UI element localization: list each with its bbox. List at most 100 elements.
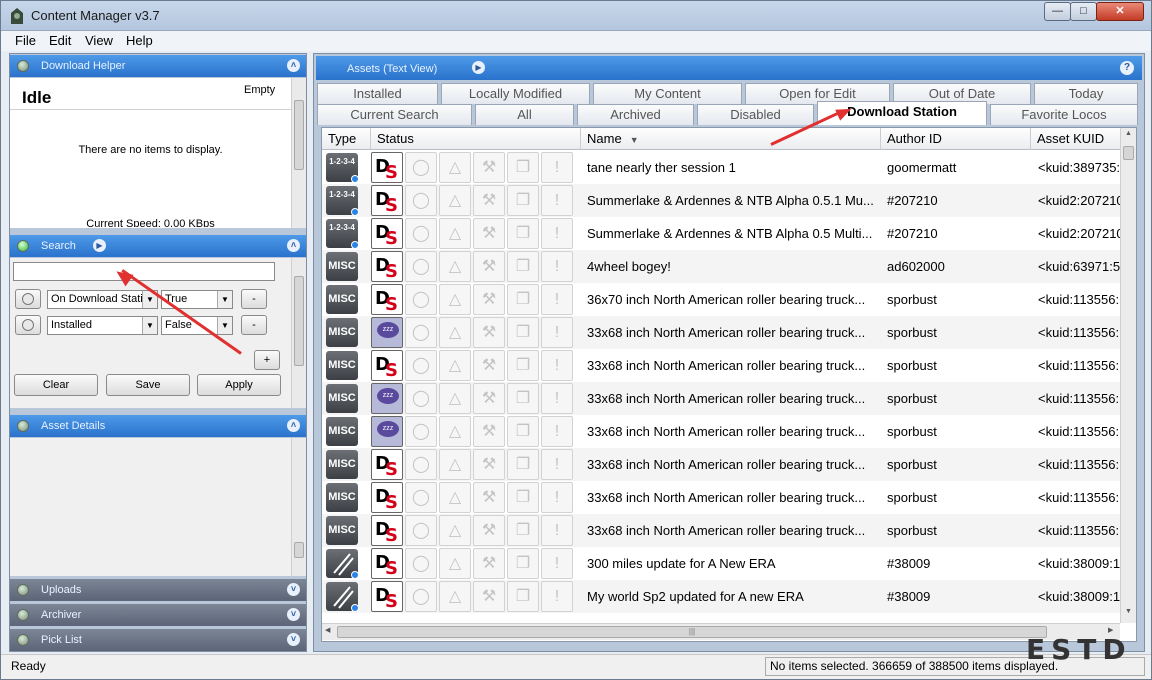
help-icon[interactable]: ? (1120, 61, 1134, 75)
author-id: sporbust (887, 325, 937, 340)
filter-field-select[interactable]: Installed ▼ (47, 316, 158, 335)
asset-name: 33x68 inch North American roller bearing… (587, 325, 866, 340)
tab-archived[interactable]: Archived (577, 104, 694, 125)
menu-help[interactable]: Help (126, 33, 153, 48)
asset-details-scrollbar[interactable] (291, 438, 306, 576)
tab-installed[interactable]: Installed (317, 83, 438, 104)
info-icon: ◯ (405, 152, 437, 183)
column-author-id[interactable]: Author ID (881, 128, 1031, 150)
copy-icon: ❐ (507, 185, 539, 216)
column-asset-kuid[interactable]: Asset KUID (1031, 128, 1121, 150)
tab-locally-modified[interactable]: Locally Modified (441, 83, 590, 104)
asset-name: Summerlake & Ardennes & NTB Alpha 0.5 Mu… (587, 226, 873, 241)
asset-name: 4wheel bogey! (587, 259, 671, 274)
collapse-icon[interactable]: ˄ (287, 419, 300, 432)
search-header[interactable]: Search ▶ ˄ (10, 235, 306, 257)
play-icon[interactable]: ▶ (93, 239, 106, 252)
download-station-icon: DS (371, 350, 403, 381)
filter-toggle-button[interactable] (15, 289, 41, 309)
collapse-icon[interactable]: ˄ (287, 239, 300, 252)
table-row[interactable]: MISC D S ◯ △ ⚒ ❐! 33x68 inch North American rol… (322, 448, 1120, 481)
asset-name: 33x68 inch North American roller bearing… (587, 391, 866, 406)
tab-disabled[interactable]: Disabled (697, 104, 814, 125)
maximize-button[interactable]: □ (1070, 2, 1097, 21)
search-scrollbar[interactable] (291, 258, 306, 408)
save-button[interactable]: Save (106, 374, 190, 396)
column-status[interactable]: Status (371, 128, 581, 150)
copy-icon: ❐ (507, 284, 539, 315)
column-type[interactable]: Type (322, 128, 371, 150)
filter-value-select[interactable]: False ▼ (161, 316, 233, 335)
scroll-thumb[interactable] (1123, 146, 1134, 160)
tab-favorite-locos[interactable]: Favorite Locos (990, 104, 1138, 125)
search-label: Search (41, 240, 76, 252)
tab-current-search[interactable]: Current Search (317, 104, 472, 125)
tools-icon: ⚒ (473, 482, 505, 513)
tools-icon: ⚒ (473, 548, 505, 579)
menu-edit[interactable]: Edit (49, 33, 71, 48)
table-row[interactable]: 1-2-3-4 D S ◯ △ ⚒ ❐! Summerlake & Ardennes & NT… (322, 217, 1120, 250)
misc-type-icon: MISC (326, 351, 358, 380)
asset-details-header[interactable]: Asset Details ˄ (10, 415, 306, 437)
expand-icon[interactable]: ˅ (287, 583, 300, 596)
misc-type-icon: MISC (326, 384, 358, 413)
uploads-header[interactable]: Uploads ˅ (10, 579, 306, 601)
download-scrollbar[interactable] (291, 78, 306, 228)
filter-toggle-button[interactable] (15, 315, 41, 335)
table-row[interactable]: MISC D S ◯ △ ⚒ ❐! 4wheel bogey! ad602000 <kuid:63… (322, 250, 1120, 283)
table-row[interactable]: MISC D S ◯ △ ⚒ ❐! 33x68 inch North American rol… (322, 481, 1120, 514)
author-id: ad602000 (887, 259, 945, 274)
scroll-thumb[interactable]: ||| (337, 626, 1047, 638)
clear-button[interactable]: Clear (14, 374, 98, 396)
table-row[interactable]: MISC zzz ◯ △ ⚒ ❐! 33x68 inch North American ro… (322, 382, 1120, 415)
pick-list-header[interactable]: Pick List ˅ (10, 629, 306, 651)
table-row[interactable]: D S ◯ △ ⚒ ❐! 300 miles update for A New ERA #38… (322, 547, 1120, 580)
copy-icon: ❐ (507, 350, 539, 381)
search-input[interactable] (13, 262, 275, 281)
menu-view[interactable]: View (85, 33, 113, 48)
remove-filter-button[interactable]: - (241, 289, 267, 309)
asset-name: 33x68 inch North American roller bearing… (587, 424, 866, 439)
copy-icon: ❐ (507, 581, 539, 612)
filter-field-select[interactable]: On Download Station ▼ (47, 290, 158, 309)
remove-filter-button[interactable]: - (241, 315, 267, 335)
table-row[interactable]: 1-2-3-4 D S ◯ △ ⚒ ❐! tane nearly ther session 1… (322, 151, 1120, 184)
tab-my-content[interactable]: My Content (593, 83, 742, 104)
add-filter-button[interactable]: + (254, 350, 280, 370)
misc-type-icon: MISC (326, 516, 358, 545)
warning-icon: △ (439, 317, 471, 348)
download-helper-header[interactable]: Download Helper ˄ (10, 55, 306, 77)
collapse-icon[interactable]: ˄ (287, 59, 300, 72)
left-panel: Download Helper ˄ Idle Empty There are n… (9, 53, 307, 652)
menu-file[interactable]: File (15, 33, 36, 48)
table-horizontal-scrollbar[interactable]: ◀ ||| ▶ (322, 623, 1120, 640)
play-icon[interactable]: ▶ (472, 61, 485, 74)
author-id: sporbust (887, 391, 937, 406)
download-station-icon: DS (371, 515, 403, 546)
table-row[interactable]: D S ◯ △ ⚒ ❐! My world Sp2 updated for A new ER… (322, 580, 1120, 613)
table-vertical-scrollbar[interactable]: ▲ ▼ (1120, 128, 1136, 623)
archiver-header[interactable]: Archiver ˅ (10, 604, 306, 626)
table-row[interactable]: 1-2-3-4 D S ◯ △ ⚒ ❐! Summerlake & Ardennes & NT… (322, 184, 1120, 217)
close-button[interactable]: ✕ (1096, 2, 1144, 21)
author-id: #38009 (887, 589, 931, 604)
expand-icon[interactable]: ˅ (287, 608, 300, 621)
table-row[interactable]: MISC D S ◯ △ ⚒ ❐! 36x70 inch North American rol… (322, 283, 1120, 316)
asset-name: 36x70 inch North American roller bearing… (587, 292, 866, 307)
table-row[interactable]: MISC zzz ◯ △ ⚒ ❐! 33x68 inch North American ro… (322, 316, 1120, 349)
tab-all[interactable]: All (475, 104, 574, 125)
table-row[interactable]: MISC D S ◯ △ ⚒ ❐! 33x68 inch North American rol… (322, 514, 1120, 547)
table-row[interactable] (322, 613, 1120, 621)
expand-icon[interactable]: ˅ (287, 633, 300, 646)
warning-icon: △ (439, 350, 471, 381)
table-row[interactable]: MISC D S ◯ △ ⚒ ❐! 33x68 inch North American rol… (322, 349, 1120, 382)
column-name[interactable]: Name ▼ (581, 128, 881, 150)
minimize-button[interactable]: — (1044, 2, 1071, 21)
asset-kuid: <kuid:389735: (1038, 160, 1120, 175)
tab-today[interactable]: Today (1034, 83, 1138, 104)
apply-button[interactable]: Apply (197, 374, 281, 396)
table-row[interactable]: MISC zzz ◯ △ ⚒ ❐! 33x68 inch North American ro… (322, 415, 1120, 448)
copy-icon: ❐ (507, 383, 539, 414)
sleeping-status-icon: zzz (371, 317, 403, 348)
download-station-icon: DS (371, 152, 403, 183)
